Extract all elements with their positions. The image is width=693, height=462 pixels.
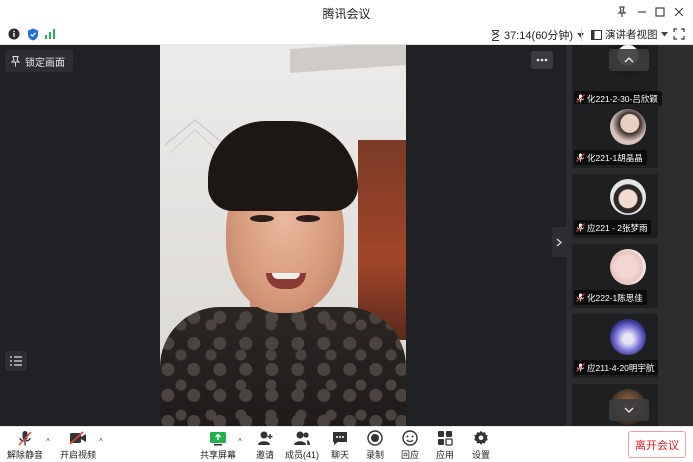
close-icon: [674, 7, 684, 17]
video-options-caret[interactable]: ^: [99, 437, 103, 446]
main-video-area: 锁定画面: [0, 45, 566, 426]
meeting-timer[interactable]: 37:14(60分钟): [491, 27, 585, 43]
scroll-down-button[interactable]: [609, 399, 649, 421]
members-label: 成员(41): [284, 450, 319, 460]
signal-icon: [45, 29, 55, 39]
invite-button[interactable]: 邀请: [245, 429, 285, 461]
network-status[interactable]: [43, 27, 57, 41]
mic-muted-icon: [576, 223, 585, 232]
mic-muted-icon: [576, 363, 585, 372]
layout-list-button[interactable]: [5, 351, 27, 371]
reaction-button[interactable]: 回应: [390, 429, 430, 461]
speaker-video[interactable]: [160, 45, 406, 426]
title-bar: 腾讯会议: [0, 0, 693, 24]
bottom-toolbar: 解除静音 ^ 开启视频 ^ 共享屏幕 ^ 邀请 成员(41) 聊天 录制 回应 …: [0, 426, 693, 462]
mic-muted-icon: [576, 153, 585, 162]
view-mode-label: 演讲者视图: [605, 29, 658, 41]
hourglass-icon: [492, 29, 500, 41]
maximize-button[interactable]: [651, 3, 669, 21]
chat-label: 聊天: [330, 450, 349, 460]
mic-muted-icon: [576, 293, 585, 302]
participant-tile[interactable]: 应211-4-20明宇航: [572, 314, 659, 378]
apps-label: 应用: [435, 450, 454, 460]
close-button[interactable]: [670, 3, 688, 21]
speaker-view-icon: [591, 29, 602, 40]
shield-icon: [28, 28, 38, 40]
participant-avatar: [610, 319, 646, 355]
lock-view-button[interactable]: 锁定画面: [5, 50, 73, 72]
start-video-label: 开启视频: [59, 450, 96, 460]
participant-avatar: [610, 109, 646, 145]
share-screen-label: 共享屏幕: [199, 450, 236, 460]
participant-name-tag: 应211-4-20明宇航: [574, 360, 659, 375]
more-options-button[interactable]: [531, 51, 553, 69]
start-video-button[interactable]: 开启视频: [58, 429, 98, 461]
divider: [581, 28, 582, 41]
participant-avatar: [610, 249, 646, 285]
chat-button[interactable]: 聊天: [320, 429, 360, 461]
video-person-shirt: [160, 307, 406, 426]
chat-icon: [333, 432, 347, 445]
maximize-icon: [655, 7, 665, 17]
participant-name-tag: 化221-1胡晶晶: [574, 150, 647, 165]
more-icon: [536, 58, 548, 62]
share-screen-button[interactable]: 共享屏幕: [198, 429, 238, 461]
fullscreen-icon: [673, 28, 685, 40]
info-icon: [8, 28, 20, 40]
participant-tile[interactable]: 化222-1陈思佳: [572, 244, 658, 308]
minimize-icon: [638, 11, 646, 13]
mic-muted-icon: [18, 430, 32, 446]
invite-icon: [257, 431, 272, 445]
video-person-head: [208, 121, 358, 321]
camera-off-icon: [69, 431, 86, 445]
record-icon: [367, 430, 383, 446]
audio-options-caret[interactable]: ^: [46, 437, 50, 446]
record-label: 录制: [365, 450, 384, 460]
unmute-label: 解除静音: [6, 450, 43, 460]
record-button[interactable]: 录制: [355, 429, 395, 461]
participant-name-tag: 应221 - 2张梦雨: [574, 220, 652, 235]
participant-panel: 化221-2-30-吕欣颖 化221-1胡晶晶 应221 - 2张梦雨 化222…: [566, 45, 693, 426]
pin-window-button[interactable]: [613, 3, 631, 21]
emoji-icon: [402, 430, 418, 446]
meeting-info-bar: 37:14(60分钟) 演讲者视图: [0, 24, 693, 45]
reaction-label: 回应: [400, 450, 419, 460]
timer-text: 37:14(60分钟): [504, 30, 574, 42]
members-button[interactable]: 成员(41): [282, 429, 322, 461]
participant-name-tag: 化222-1陈思佳: [574, 290, 647, 305]
chevron-down-icon: [660, 32, 668, 37]
video-background: [290, 45, 406, 74]
members-icon: [294, 431, 310, 445]
mic-muted-icon: [576, 94, 585, 103]
scroll-up-button[interactable]: [609, 49, 649, 71]
share-screen-icon: [210, 431, 226, 445]
chevron-up-icon: [624, 57, 634, 63]
apps-button[interactable]: 应用: [425, 429, 465, 461]
invite-label: 邀请: [255, 450, 274, 460]
meeting-info-button[interactable]: [7, 27, 21, 41]
apps-icon: [438, 431, 453, 446]
chevron-down-icon: [624, 407, 634, 413]
fullscreen-button[interactable]: [672, 27, 686, 41]
settings-button[interactable]: 设置: [461, 429, 501, 461]
settings-label: 设置: [471, 450, 490, 460]
pin-icon: [11, 55, 20, 66]
list-icon: [10, 356, 22, 366]
participant-tile[interactable]: 化221-1胡晶晶: [572, 104, 658, 168]
share-options-caret[interactable]: ^: [238, 437, 242, 446]
minimize-button[interactable]: [633, 3, 651, 21]
security-button[interactable]: [26, 27, 40, 41]
window-title: 腾讯会议: [322, 7, 371, 21]
leave-meeting-button[interactable]: 离开会议: [628, 431, 686, 458]
gear-icon: [474, 430, 488, 445]
unmute-button[interactable]: 解除静音: [5, 429, 45, 461]
participant-tile[interactable]: 应221 - 2张梦雨: [572, 174, 658, 238]
view-mode-button[interactable]: 演讲者视图: [591, 27, 668, 42]
chevron-right-icon: [556, 238, 562, 246]
lock-view-label: 锁定画面: [25, 57, 65, 69]
collapse-panel-button[interactable]: [552, 227, 566, 257]
pin-icon: [617, 6, 627, 17]
participant-avatar: [610, 179, 646, 215]
